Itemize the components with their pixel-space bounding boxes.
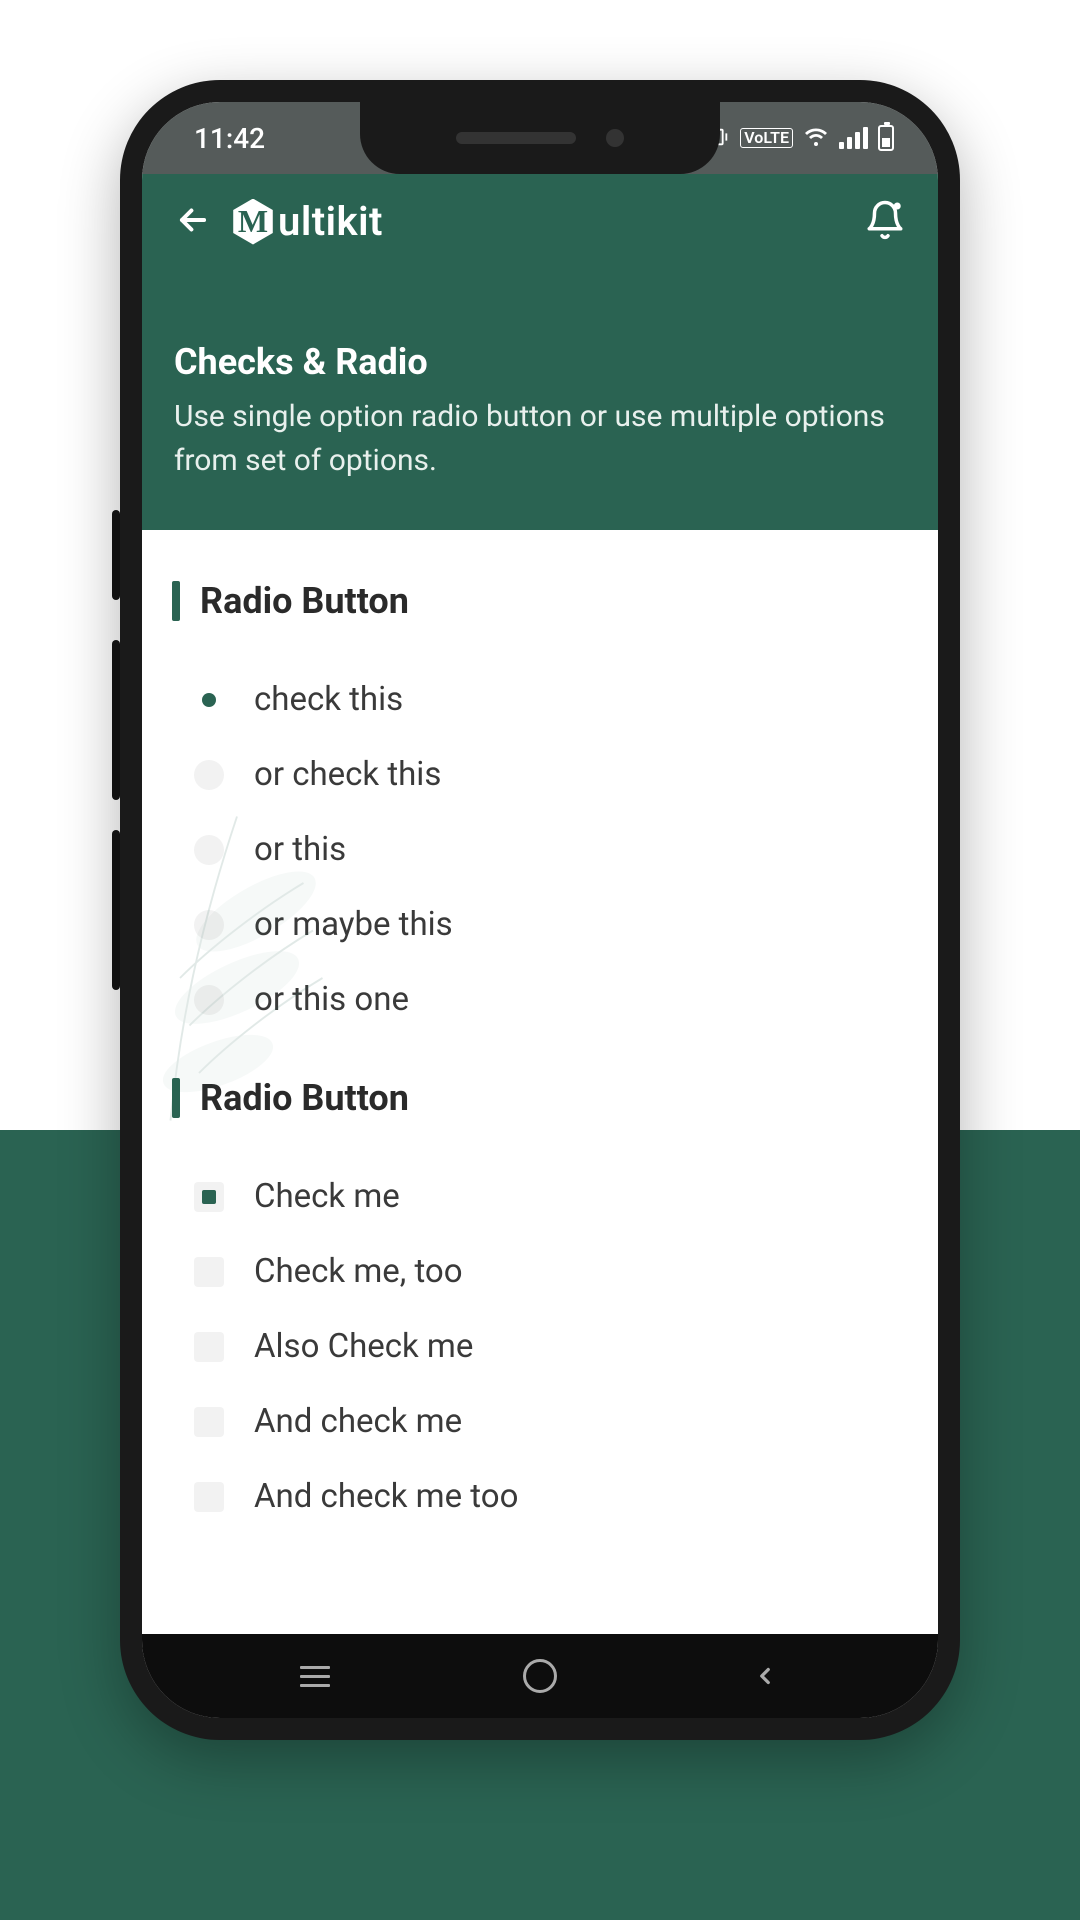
checkbox-indicator bbox=[192, 1480, 226, 1514]
wifi-icon bbox=[803, 122, 829, 155]
checkbox-indicator bbox=[192, 1180, 226, 1214]
phone-notch bbox=[360, 102, 720, 174]
checkbox-indicator bbox=[192, 1330, 226, 1364]
side-button bbox=[112, 510, 120, 600]
option-label: or check this bbox=[254, 755, 441, 794]
option-label: And check me too bbox=[254, 1477, 518, 1516]
status-icons: VoLTE bbox=[708, 122, 894, 155]
section-accent-bar bbox=[172, 1078, 180, 1118]
volte-icon: VoLTE bbox=[740, 128, 793, 148]
radio-option[interactable]: or maybe this bbox=[172, 887, 908, 962]
radio-indicator bbox=[192, 683, 226, 717]
radio-option[interactable]: check this bbox=[172, 662, 908, 737]
checkbox-option[interactable]: And check me too bbox=[172, 1459, 908, 1534]
system-nav-bar bbox=[142, 1634, 938, 1718]
radio-option[interactable]: or this one bbox=[172, 962, 908, 1037]
logo-icon: M bbox=[230, 199, 276, 245]
checkbox-indicator bbox=[192, 1405, 226, 1439]
speaker bbox=[456, 132, 576, 144]
checkbox-option[interactable]: And check me bbox=[172, 1384, 908, 1459]
section-accent-bar bbox=[172, 581, 180, 621]
option-label: or this bbox=[254, 830, 346, 869]
option-label: check this bbox=[254, 680, 403, 719]
radio-option[interactable]: or this bbox=[172, 812, 908, 887]
volume-up-button bbox=[112, 640, 120, 800]
radio-indicator bbox=[192, 758, 226, 792]
content-area: Radio Button check this or check this or… bbox=[142, 530, 938, 1594]
status-time: 11:42 bbox=[194, 122, 265, 155]
signal-icon bbox=[839, 127, 868, 149]
section-title-text: Radio Button bbox=[200, 580, 409, 622]
app-logo[interactable]: M ultikit bbox=[230, 198, 383, 245]
checkbox-option[interactable]: Also Check me bbox=[172, 1309, 908, 1384]
notifications-button[interactable] bbox=[864, 199, 906, 245]
radio-indicator bbox=[192, 908, 226, 942]
option-label: Check me bbox=[254, 1177, 400, 1216]
option-label: Also Check me bbox=[254, 1327, 473, 1366]
section-heading-checkbox: Radio Button bbox=[172, 1077, 908, 1119]
recents-button[interactable] bbox=[285, 1646, 345, 1706]
radio-option[interactable]: or check this bbox=[172, 737, 908, 812]
checkbox-option[interactable]: Check me bbox=[172, 1159, 908, 1234]
battery-icon bbox=[878, 125, 894, 151]
back-nav-button[interactable] bbox=[735, 1646, 795, 1706]
front-camera bbox=[606, 129, 624, 147]
radio-indicator bbox=[192, 983, 226, 1017]
home-button[interactable] bbox=[510, 1646, 570, 1706]
checkbox-indicator bbox=[192, 1255, 226, 1289]
option-label: or maybe this bbox=[254, 905, 453, 944]
option-label: And check me bbox=[254, 1402, 462, 1441]
checkbox-option[interactable]: Check me, too bbox=[172, 1234, 908, 1309]
page-title: Checks & Radio bbox=[174, 341, 906, 383]
app-name: ultikit bbox=[278, 198, 383, 245]
back-button[interactable] bbox=[174, 201, 212, 243]
option-label: or this one bbox=[254, 980, 409, 1019]
volume-down-button bbox=[112, 830, 120, 990]
radio-indicator bbox=[192, 833, 226, 867]
section-title-text: Radio Button bbox=[200, 1077, 409, 1119]
phone-screen: 11:42 VoLTE bbox=[142, 102, 938, 1718]
section-heading-radio: Radio Button bbox=[172, 580, 908, 622]
page-subtitle: Use single option radio button or use mu… bbox=[174, 395, 906, 482]
phone-frame: 11:42 VoLTE bbox=[120, 80, 960, 1740]
app-header: M ultikit Checks & Radio Use single opti… bbox=[142, 174, 938, 530]
option-label: Check me, too bbox=[254, 1252, 463, 1291]
